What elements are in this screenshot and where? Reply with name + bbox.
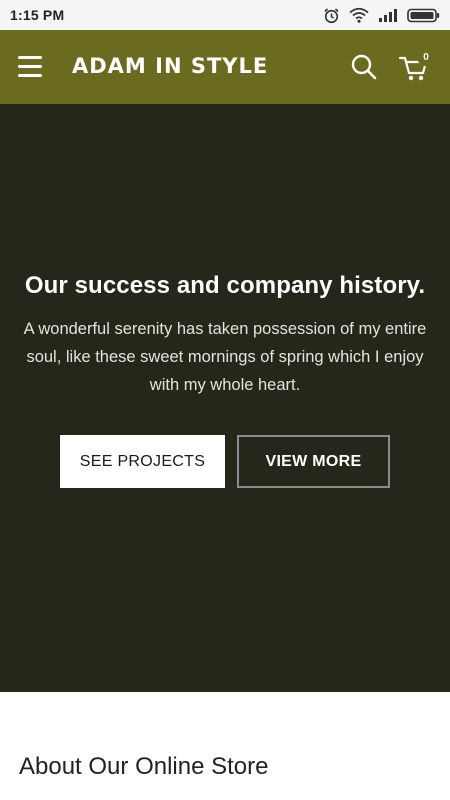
hero-section: Our success and company history. A wonde… (0, 104, 450, 692)
see-projects-button[interactable]: SEE PROJECTS (60, 435, 225, 488)
view-more-button[interactable]: VIEW MORE (237, 435, 390, 488)
alarm-icon (323, 7, 340, 24)
about-section-title: About Our Online Store (19, 753, 269, 780)
hero-description: A wonderful serenity has taken possessio… (23, 320, 427, 394)
app-header: ADAM IN STYLE 0 (0, 30, 450, 104)
cart-count-badge: 0 (417, 48, 435, 66)
menu-icon[interactable] (18, 56, 44, 78)
hero-title: Our success and company history. (24, 272, 426, 299)
status-bar: 1:15 PM (0, 0, 450, 30)
signal-icon (378, 8, 398, 23)
status-icons (323, 7, 440, 24)
battery-icon (407, 8, 440, 23)
search-icon[interactable] (350, 53, 378, 81)
brand-title[interactable]: ADAM IN STYLE (72, 54, 268, 78)
status-time: 1:15 PM (10, 7, 65, 23)
wifi-icon (349, 7, 369, 23)
